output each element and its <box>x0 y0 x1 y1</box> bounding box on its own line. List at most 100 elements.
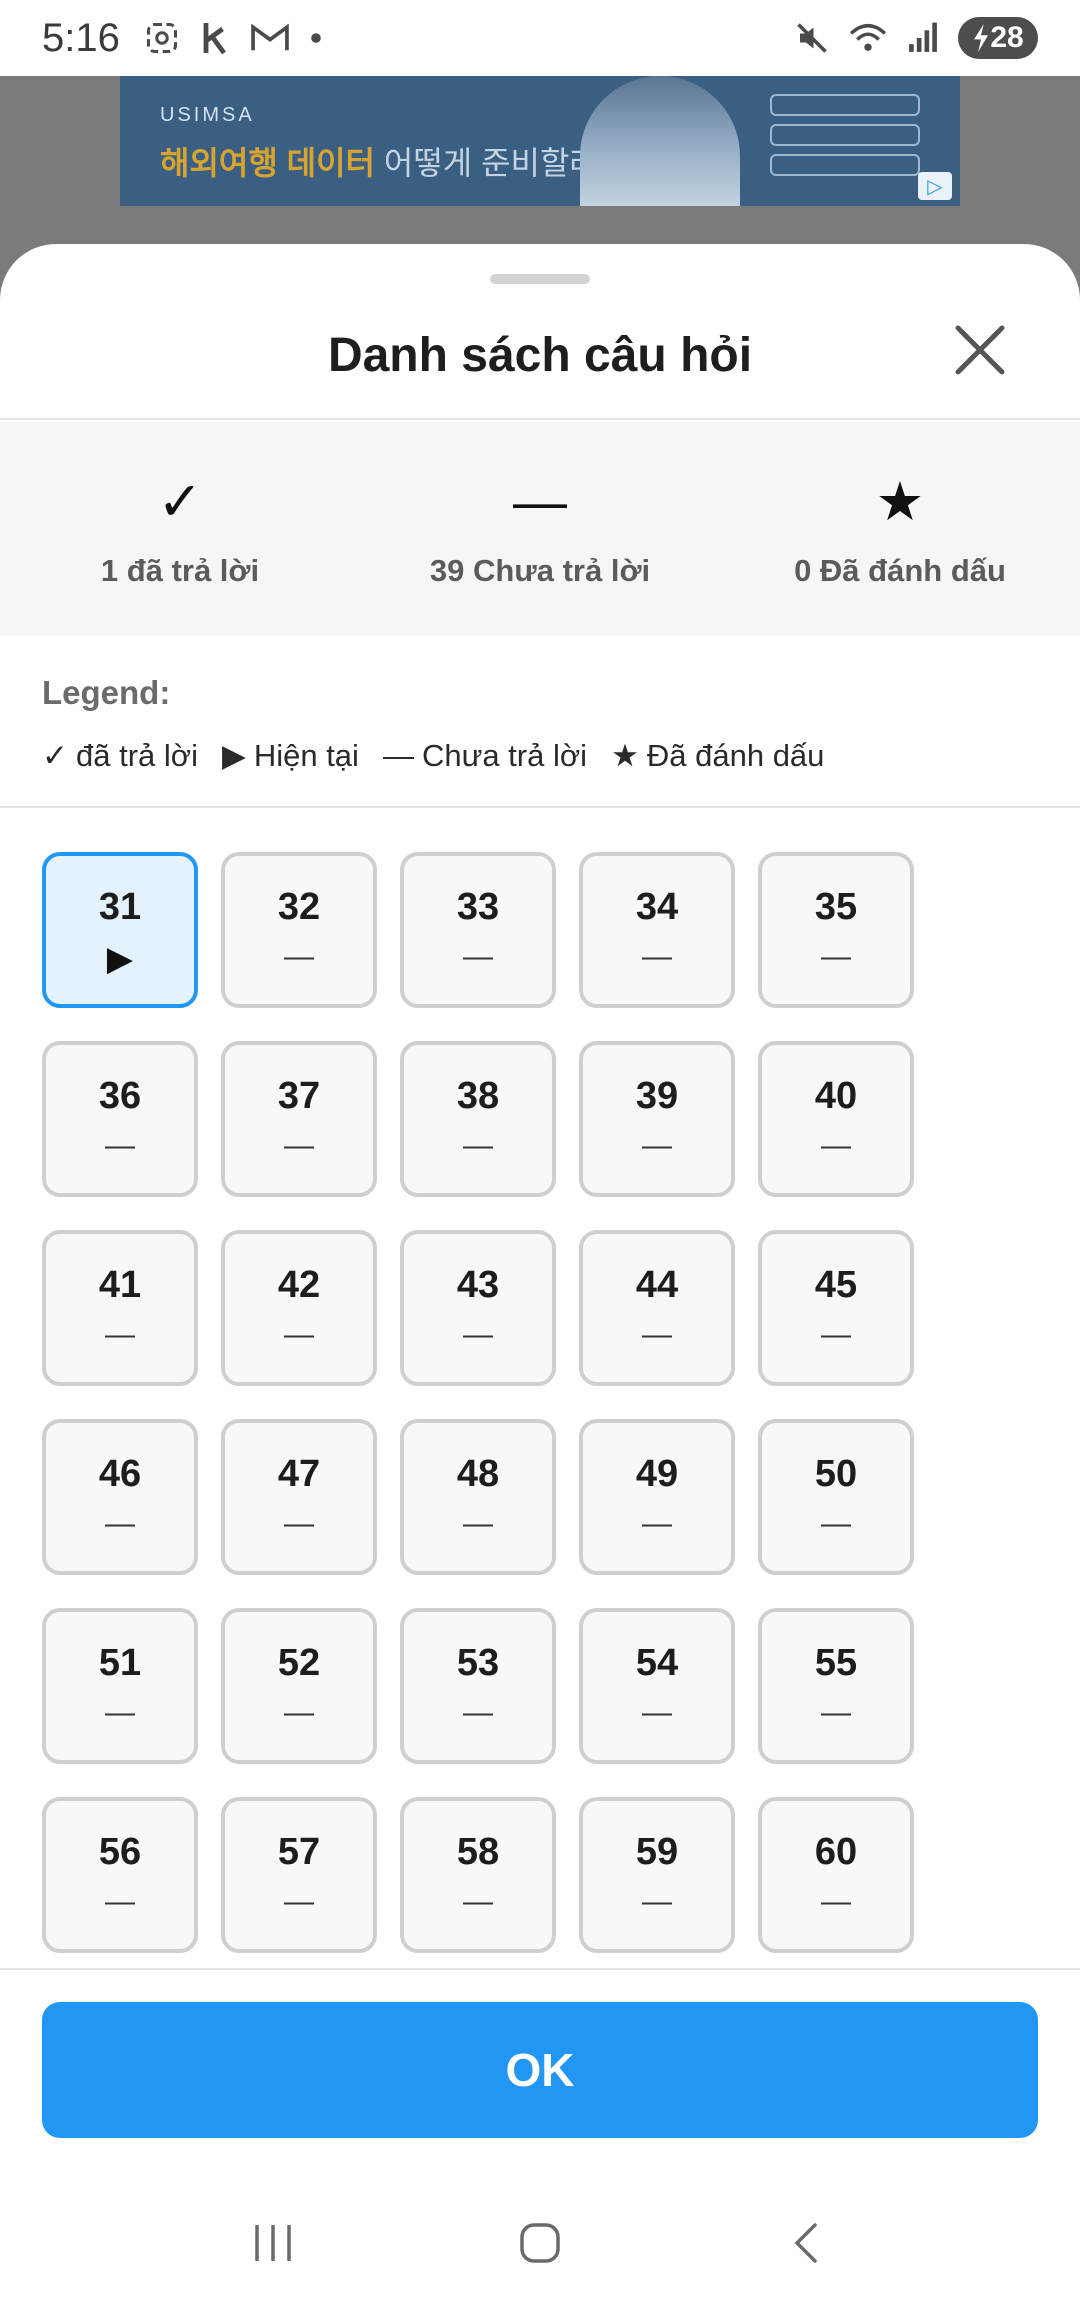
question-cell[interactable]: 38 — <box>400 1041 556 1197</box>
check-icon: ✓ <box>42 738 68 773</box>
ad-choices-icon[interactable]: ▷ <box>918 172 952 200</box>
question-number: 59 <box>635 1831 679 1873</box>
question-cell[interactable]: 54 — <box>579 1608 735 1764</box>
status-time: 5:16 <box>42 15 120 60</box>
question-cell[interactable]: 46 — <box>42 1419 198 1575</box>
dash-icon: — <box>284 1129 314 1162</box>
question-cell[interactable]: 50 — <box>758 1419 914 1575</box>
question-number: 40 <box>814 1075 858 1117</box>
question-cell[interactable]: 56 — <box>42 1797 198 1953</box>
status-bar: 5:16 28 <box>0 0 1080 76</box>
dash-icon: — <box>821 1885 851 1918</box>
ok-button[interactable]: OK <box>42 2002 1038 2138</box>
mute-icon <box>797 23 827 53</box>
question-cell[interactable]: 33 — <box>400 852 556 1008</box>
summary-flagged: ★ 0 Đã đánh dấu <box>720 422 1080 636</box>
ad-banner[interactable]: USIMSA 해외여행 데이터 어떻게 준비할래? ▷ <box>120 76 960 206</box>
question-cell[interactable]: 44 — <box>579 1230 735 1386</box>
wifi-icon <box>849 24 887 51</box>
dash-icon: — <box>463 1885 493 1918</box>
question-cell[interactable]: 41 — <box>42 1230 198 1386</box>
k-app-icon <box>203 23 226 55</box>
ad-option <box>770 124 920 146</box>
drag-handle[interactable] <box>490 274 590 284</box>
star-icon: ★ <box>875 472 925 532</box>
question-cell[interactable]: 48 — <box>400 1419 556 1575</box>
home-button[interactable] <box>490 2193 590 2293</box>
question-number: 45 <box>814 1264 858 1306</box>
dash-icon: — <box>105 1885 135 1918</box>
back-button[interactable] <box>757 2193 857 2293</box>
battery-indicator: 28 <box>958 17 1038 59</box>
dash-icon: — <box>642 1885 672 1918</box>
question-number: 41 <box>98 1264 142 1306</box>
question-number: 52 <box>277 1642 321 1684</box>
question-number: 47 <box>277 1453 321 1495</box>
question-cell[interactable]: 53 — <box>400 1608 556 1764</box>
question-cell[interactable]: 47 — <box>221 1419 377 1575</box>
dash-icon: — <box>821 940 851 973</box>
screenshot-icon <box>146 23 177 53</box>
summary-answered-label: 1 đã trả lời <box>100 553 260 588</box>
question-number: 36 <box>98 1075 142 1117</box>
legend-flagged: ★ Đã đánh dấu <box>611 738 824 774</box>
question-cell[interactable]: 37 — <box>221 1041 377 1197</box>
dash-icon: — <box>821 1129 851 1162</box>
question-cell[interactable]: 58 — <box>400 1797 556 1953</box>
question-cell[interactable]: 51 — <box>42 1608 198 1764</box>
dash-icon: — <box>513 472 567 532</box>
charging-icon <box>974 24 989 52</box>
dash-icon: — <box>105 1129 135 1162</box>
question-number: 42 <box>277 1264 321 1306</box>
star-icon: ★ <box>611 738 639 773</box>
dash-icon: — <box>284 1507 314 1540</box>
question-cell[interactable]: 43 — <box>400 1230 556 1386</box>
divider <box>0 1968 1080 1970</box>
dash-icon: — <box>284 1318 314 1351</box>
summary-answered: ✓ 1 đã trả lời <box>0 422 360 636</box>
dash-icon: — <box>284 1885 314 1918</box>
question-cell[interactable]: 39 — <box>579 1041 735 1197</box>
question-cell[interactable]: 49 — <box>579 1419 735 1575</box>
question-cell-current[interactable]: 31 ▶ <box>42 852 198 1008</box>
question-number: 53 <box>456 1642 500 1684</box>
question-cell[interactable]: 35 — <box>758 852 914 1008</box>
legend: Legend: ✓ đã trả lời ▶ Hiện tại — Chưa trả … <box>42 674 1042 774</box>
ad-option <box>770 154 920 176</box>
question-grid: 31 ▶ 32—33—34—35—36—37—38—39—40—41—42—43—4… <box>42 852 914 1953</box>
question-number: 48 <box>456 1453 500 1495</box>
question-number: 32 <box>277 886 321 928</box>
sheet-header: Danh sách câu hỏi <box>0 284 1080 420</box>
question-number: 57 <box>277 1831 321 1873</box>
question-cell[interactable]: 45 — <box>758 1230 914 1386</box>
question-cell[interactable]: 32 — <box>221 852 377 1008</box>
dot-icon <box>311 33 321 43</box>
battery-level: 28 <box>990 21 1024 54</box>
ad-headline: 해외여행 데이터 어떻게 준비할래? <box>160 138 617 184</box>
question-number: 43 <box>456 1264 500 1306</box>
check-icon: ✓ <box>157 472 203 532</box>
home-icon <box>520 2223 560 2263</box>
question-number: 46 <box>98 1453 142 1495</box>
close-button[interactable] <box>944 314 1016 386</box>
dash-icon: — <box>642 940 672 973</box>
dash-icon: — <box>105 1318 135 1351</box>
question-cell[interactable]: 55 — <box>758 1608 914 1764</box>
dash-icon: — <box>463 1318 493 1351</box>
question-cell[interactable]: 40 — <box>758 1041 914 1197</box>
question-cell[interactable]: 42 — <box>221 1230 377 1386</box>
gmail-icon <box>251 23 289 51</box>
legend-unanswered-label: Chưa trả lời <box>421 738 588 773</box>
question-cell[interactable]: 36 — <box>42 1041 198 1197</box>
system-icons: 28 <box>794 17 1038 59</box>
ad-option <box>770 94 920 116</box>
question-number: 54 <box>635 1642 679 1684</box>
dash-icon: — <box>642 1696 672 1729</box>
question-cell[interactable]: 52 — <box>221 1608 377 1764</box>
question-cell[interactable]: 59 — <box>579 1797 735 1953</box>
question-cell[interactable]: 34 — <box>579 852 735 1008</box>
question-cell[interactable]: 60 — <box>758 1797 914 1953</box>
recent-apps-button[interactable] <box>223 2193 323 2293</box>
signal-icon <box>909 22 937 52</box>
question-cell[interactable]: 57 — <box>221 1797 377 1953</box>
